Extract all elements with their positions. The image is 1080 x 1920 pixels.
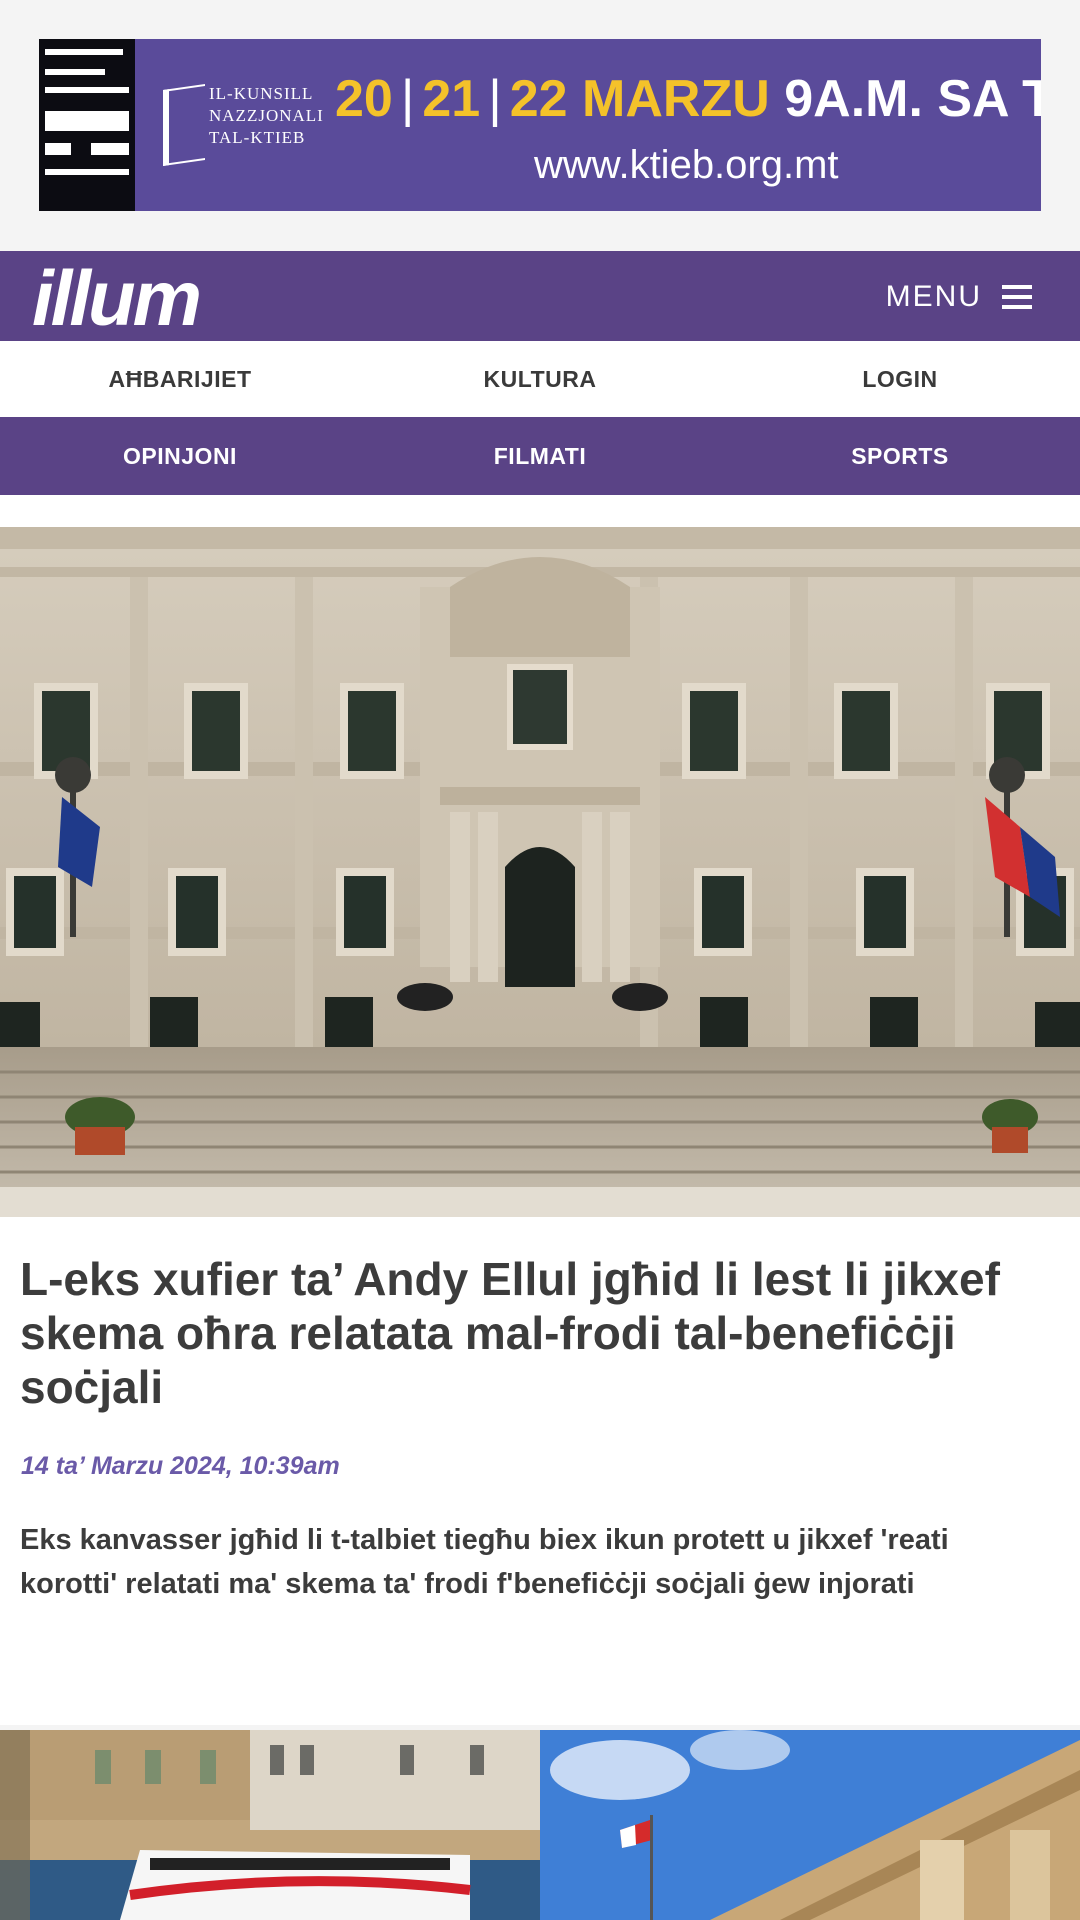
- building-photo: [0, 527, 1080, 1217]
- site-logo[interactable]: illum: [32, 257, 202, 339]
- nav-item-opinjoni[interactable]: OPINJONI: [0, 417, 360, 495]
- site-header: illum MENU: [0, 251, 1080, 341]
- nav-row-primary: AĦBARIJIET KULTURA LOGIN: [0, 341, 1080, 417]
- ad-logo-graphic: [39, 39, 135, 211]
- menu-button[interactable]: MENU: [886, 277, 1032, 317]
- related-articles: [0, 1730, 1080, 1920]
- related-article-thumb-ferry[interactable]: [0, 1730, 540, 1920]
- menu-label: MENU: [885, 280, 982, 313]
- article-summary: Eks kanvasser jgħid li t-talbiet tiegħu …: [20, 1524, 949, 1600]
- article-headline[interactable]: L-eks xufier ta’ Andy Ellul jgħid li les…: [20, 1252, 1060, 1414]
- ad-dates: 20|21|22 MARZU 9A.M. SA TARD: [335, 70, 1041, 128]
- hero-image[interactable]: [0, 527, 1080, 1217]
- columns-photo: [540, 1730, 1080, 1920]
- harbour-photo: [0, 1730, 540, 1920]
- article-date: 14 ta’ Marzu 2024, 10:39am: [21, 1452, 340, 1480]
- nav-item-ahbarijiet[interactable]: AĦBARIJIET: [0, 341, 360, 417]
- ad-url: www.ktieb.org.mt: [534, 143, 839, 187]
- nav-row-secondary: OPINJONI FILMATI SPORTS: [0, 417, 1080, 495]
- ad-council-name: IL-KUNSILL NAZZJONALI TAL-KTIEB: [209, 84, 324, 147]
- nav-item-sports[interactable]: SPORTS: [720, 417, 1080, 495]
- hamburger-icon: [1002, 285, 1032, 309]
- nav-item-filmati[interactable]: FILMATI: [360, 417, 720, 495]
- related-article-thumb-building[interactable]: [540, 1730, 1080, 1920]
- nav-item-kultura[interactable]: KULTURA: [360, 341, 720, 417]
- ad-banner[interactable]: IL-KUNSILL NAZZJONALI TAL-KTIEB 20 | 21 | 22…: [39, 39, 1041, 211]
- book-icon: [163, 84, 205, 166]
- nav-item-login[interactable]: LOGIN: [720, 341, 1080, 417]
